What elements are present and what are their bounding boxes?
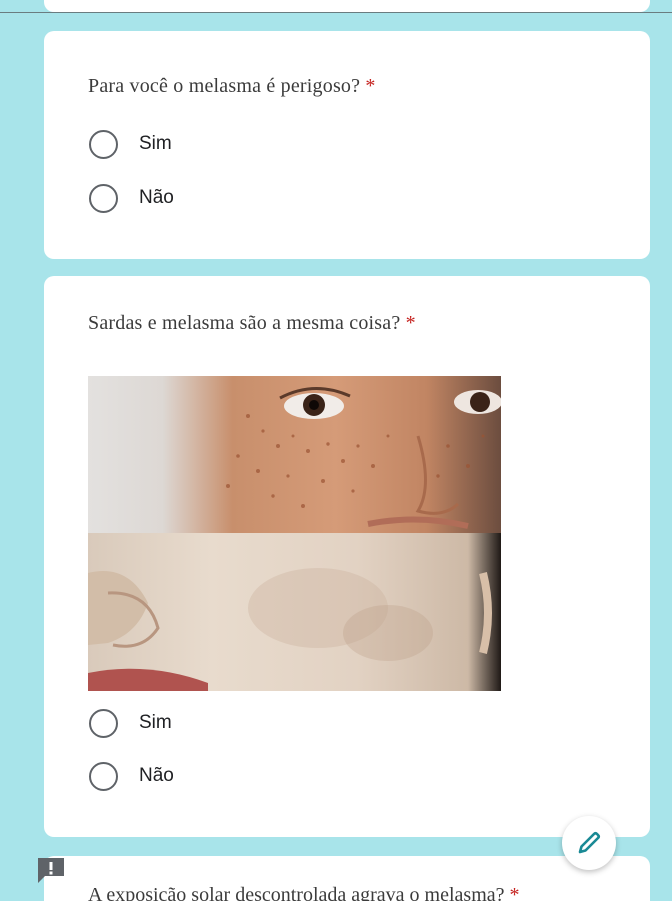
question-title: Para você o melasma é perigoso? * [88, 75, 376, 98]
edit-fab-button[interactable] [562, 816, 616, 870]
previous-question-card [44, 0, 650, 12]
question-title: Sardas e melasma são a mesma coisa? * [88, 312, 416, 335]
question-text: A exposição solar descontrolada agrava o… [88, 884, 505, 901]
option-nao[interactable]: Não [89, 183, 174, 213]
option-sim[interactable]: Sim [89, 708, 172, 738]
radio-button[interactable] [89, 129, 118, 159]
freckles-face-photo [88, 376, 501, 533]
required-asterisk: * [509, 884, 520, 901]
option-label: Não [139, 765, 174, 786]
melasma-face-photo [88, 533, 501, 691]
partial-question-title: A exposição solar descontrolada agrava o… [88, 884, 520, 901]
radio-button[interactable] [89, 761, 118, 791]
question-card-freckles-melasma: Sardas e melasma são a mesma coisa? * Si… [44, 276, 650, 837]
question-image [88, 376, 501, 691]
option-sim[interactable]: Sim [89, 129, 172, 159]
melasma-face-illustration [88, 568, 492, 691]
question-text: Sardas e melasma são a mesma coisa? [88, 312, 401, 334]
option-label: Sim [139, 133, 172, 154]
report-feedback-icon[interactable] [36, 856, 66, 884]
freckles-face-illustration [226, 386, 501, 529]
option-label: Sim [139, 712, 172, 733]
required-asterisk: * [365, 75, 376, 97]
pencil-icon [578, 831, 601, 854]
radio-button[interactable] [89, 183, 118, 213]
question-text: Para você o melasma é perigoso? [88, 75, 361, 97]
question-card-melasma-dangerous: Para você o melasma é perigoso? * Sim Nã… [44, 31, 650, 259]
option-nao[interactable]: Não [89, 761, 174, 791]
radio-button[interactable] [89, 708, 118, 738]
option-label: Não [139, 187, 174, 208]
required-asterisk: * [405, 312, 416, 334]
